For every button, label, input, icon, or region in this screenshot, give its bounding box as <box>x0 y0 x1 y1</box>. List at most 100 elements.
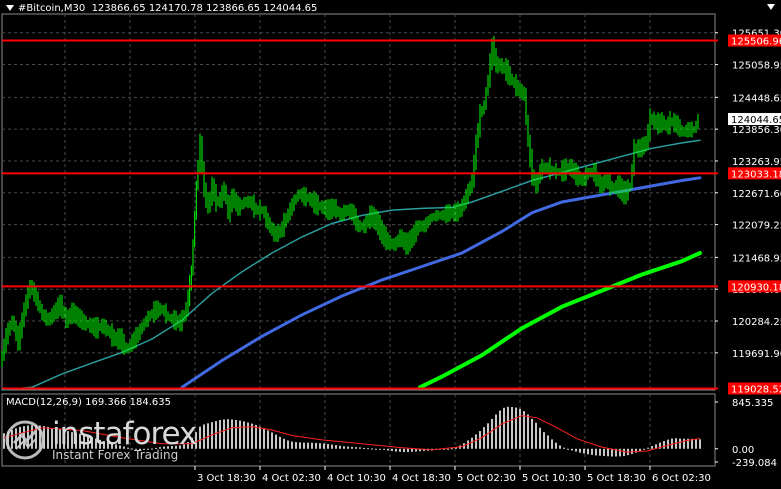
macd-histogram-bar <box>495 414 497 449</box>
macd-histogram-bar <box>595 448 597 456</box>
macd-histogram-bar <box>239 420 241 449</box>
macd-histogram-bar <box>243 421 245 449</box>
macd-histogram-bar <box>267 430 269 449</box>
macd-histogram-bar <box>231 419 233 449</box>
time-axis-label: 6 Oct 02:30 <box>652 473 711 484</box>
macd-histogram-bar <box>503 407 505 449</box>
macd-histogram-bar <box>287 440 289 449</box>
macd-histogram-bar <box>487 423 489 449</box>
macd-histogram-bar <box>695 439 697 449</box>
macd-histogram-bar <box>547 435 549 449</box>
macd-histogram-bar <box>571 448 573 451</box>
macd-histogram-bar <box>351 446 353 449</box>
macd-histogram-bar <box>235 420 237 449</box>
macd-histogram-bar <box>255 424 257 449</box>
main-pane-border <box>1 13 716 391</box>
macd-histogram-bar <box>227 419 229 449</box>
macd-histogram-bar <box>611 448 613 457</box>
macd-histogram-bar <box>311 442 313 449</box>
macd-histogram-bar <box>699 439 701 449</box>
macd-histogram-bar <box>683 438 685 449</box>
level-price-label: 123033.18 <box>731 169 781 180</box>
price-axis-label: 122079.25 <box>732 221 781 232</box>
price-axis-label: 123263.95 <box>732 157 781 168</box>
level-price-label: 119028.52 <box>731 384 781 395</box>
macd-histogram-bar <box>279 436 281 449</box>
macd-histogram-bar <box>651 446 653 449</box>
macd-histogram-bar <box>199 426 201 449</box>
chevron-down-icon[interactable] <box>6 5 14 11</box>
macd-histogram-bar <box>619 448 621 457</box>
macd-histogram-bar <box>367 448 369 450</box>
time-axis-label: 4 Oct 10:30 <box>327 473 386 484</box>
time-axis-label: 5 Oct 02:30 <box>457 473 516 484</box>
macd-histogram-bar <box>371 448 373 450</box>
macd-histogram-bar <box>355 447 357 449</box>
macd-histogram-bar <box>583 448 585 454</box>
macd-histogram-bar <box>383 448 385 450</box>
time-axis-label: 5 Oct 10:30 <box>522 473 581 484</box>
macd-histogram-bar <box>667 439 669 449</box>
macd-histogram-bar <box>563 447 565 449</box>
level-price-label: 125506.96 <box>731 36 781 47</box>
macd-histogram-bar <box>555 442 557 449</box>
chart-shift-triangle-icon[interactable] <box>767 4 775 10</box>
macd-histogram-bar <box>551 439 553 449</box>
macd-histogram-bar <box>663 441 665 449</box>
macd-histogram-bar <box>395 448 397 452</box>
macd-histogram-bar <box>499 410 501 449</box>
macd-histogram-bar <box>591 448 593 455</box>
macd-axis-label: 0.00 <box>732 445 754 456</box>
current-price-label: 124044.65 <box>731 115 781 126</box>
macd-histogram-bar <box>391 448 393 451</box>
macd-histogram-bar <box>399 448 401 452</box>
macd-histogram-bar <box>331 444 333 449</box>
macd-histogram-bar <box>507 406 509 449</box>
macd-histogram-bar <box>387 448 389 451</box>
macd-histogram-bar <box>319 443 321 449</box>
macd-histogram-bar <box>283 438 285 449</box>
macd-histogram-bar <box>315 442 317 449</box>
macd-histogram-bar <box>335 445 337 449</box>
macd-histogram-bar <box>327 444 329 449</box>
macd-histogram-bar <box>543 432 545 449</box>
macd-axis-label: -239.084 <box>732 458 777 469</box>
macd-histogram-bar <box>535 422 537 449</box>
macd-histogram-bar <box>275 434 277 449</box>
chart-window: 125651.30 125058.95 124448.65 123856.30 1232… <box>0 0 781 489</box>
macd-histogram-bar <box>375 448 377 450</box>
macd-histogram-bar <box>323 443 325 449</box>
macd-histogram-bar <box>511 406 513 449</box>
watermark-subtitle: Instant Forex Trading <box>52 448 179 462</box>
macd-histogram-bar <box>603 448 605 456</box>
macd-histogram-bar <box>523 411 525 449</box>
macd-histogram-bar <box>259 426 261 449</box>
macd-histogram-bar <box>203 424 205 449</box>
macd-histogram-bar <box>479 431 481 449</box>
macd-histogram-bar <box>599 448 601 456</box>
macd-histogram-bar <box>527 414 529 449</box>
macd-histogram-bar <box>679 438 681 449</box>
level-price-label: 120930.18 <box>731 282 781 293</box>
macd-histogram-bar <box>607 448 609 457</box>
macd-histogram-bar <box>451 448 453 450</box>
macd-histogram-bar <box>307 442 309 449</box>
time-axis-label: 4 Oct 02:30 <box>262 473 321 484</box>
ohlc-values: 123866.65 124170.78 123866.65 124044.65 <box>91 3 318 14</box>
macd-histogram-bar <box>447 448 449 450</box>
macd-histogram-bar <box>639 448 641 451</box>
symbol-title: #Bitcoin,M30 <box>18 3 86 14</box>
macd-histogram-bar <box>403 448 405 453</box>
macd-histogram-bar <box>623 448 625 456</box>
macd-histogram-bar <box>379 448 381 450</box>
price-axis-label: 119691.90 <box>732 349 781 360</box>
macd-histogram-bar <box>251 423 253 449</box>
macd-histogram-bar <box>271 432 273 449</box>
price-axis-label: 121468.95 <box>732 253 781 264</box>
chart-header: #Bitcoin,M30 123866.65 124170.78 123866.… <box>6 3 317 14</box>
macd-histogram-bar <box>471 437 473 449</box>
macd-histogram-bar <box>559 445 561 449</box>
macd-histogram-bar <box>291 441 293 449</box>
macd-histogram-bar <box>491 418 493 449</box>
watermark: instaforex Instant Forex Trading <box>4 418 197 462</box>
